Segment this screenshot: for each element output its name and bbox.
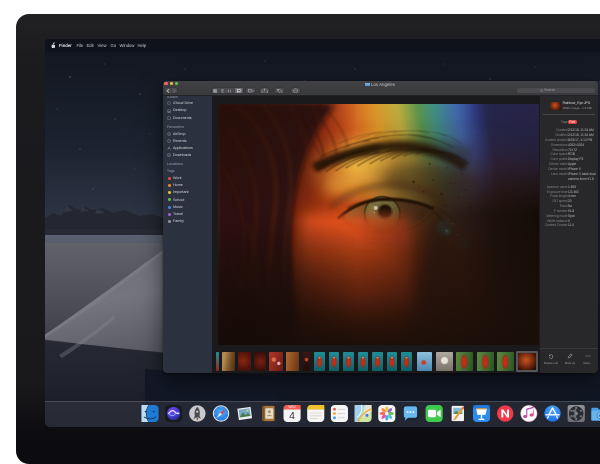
svg-text:WED: WED <box>288 405 296 409</box>
svg-text:4: 4 <box>289 411 295 422</box>
